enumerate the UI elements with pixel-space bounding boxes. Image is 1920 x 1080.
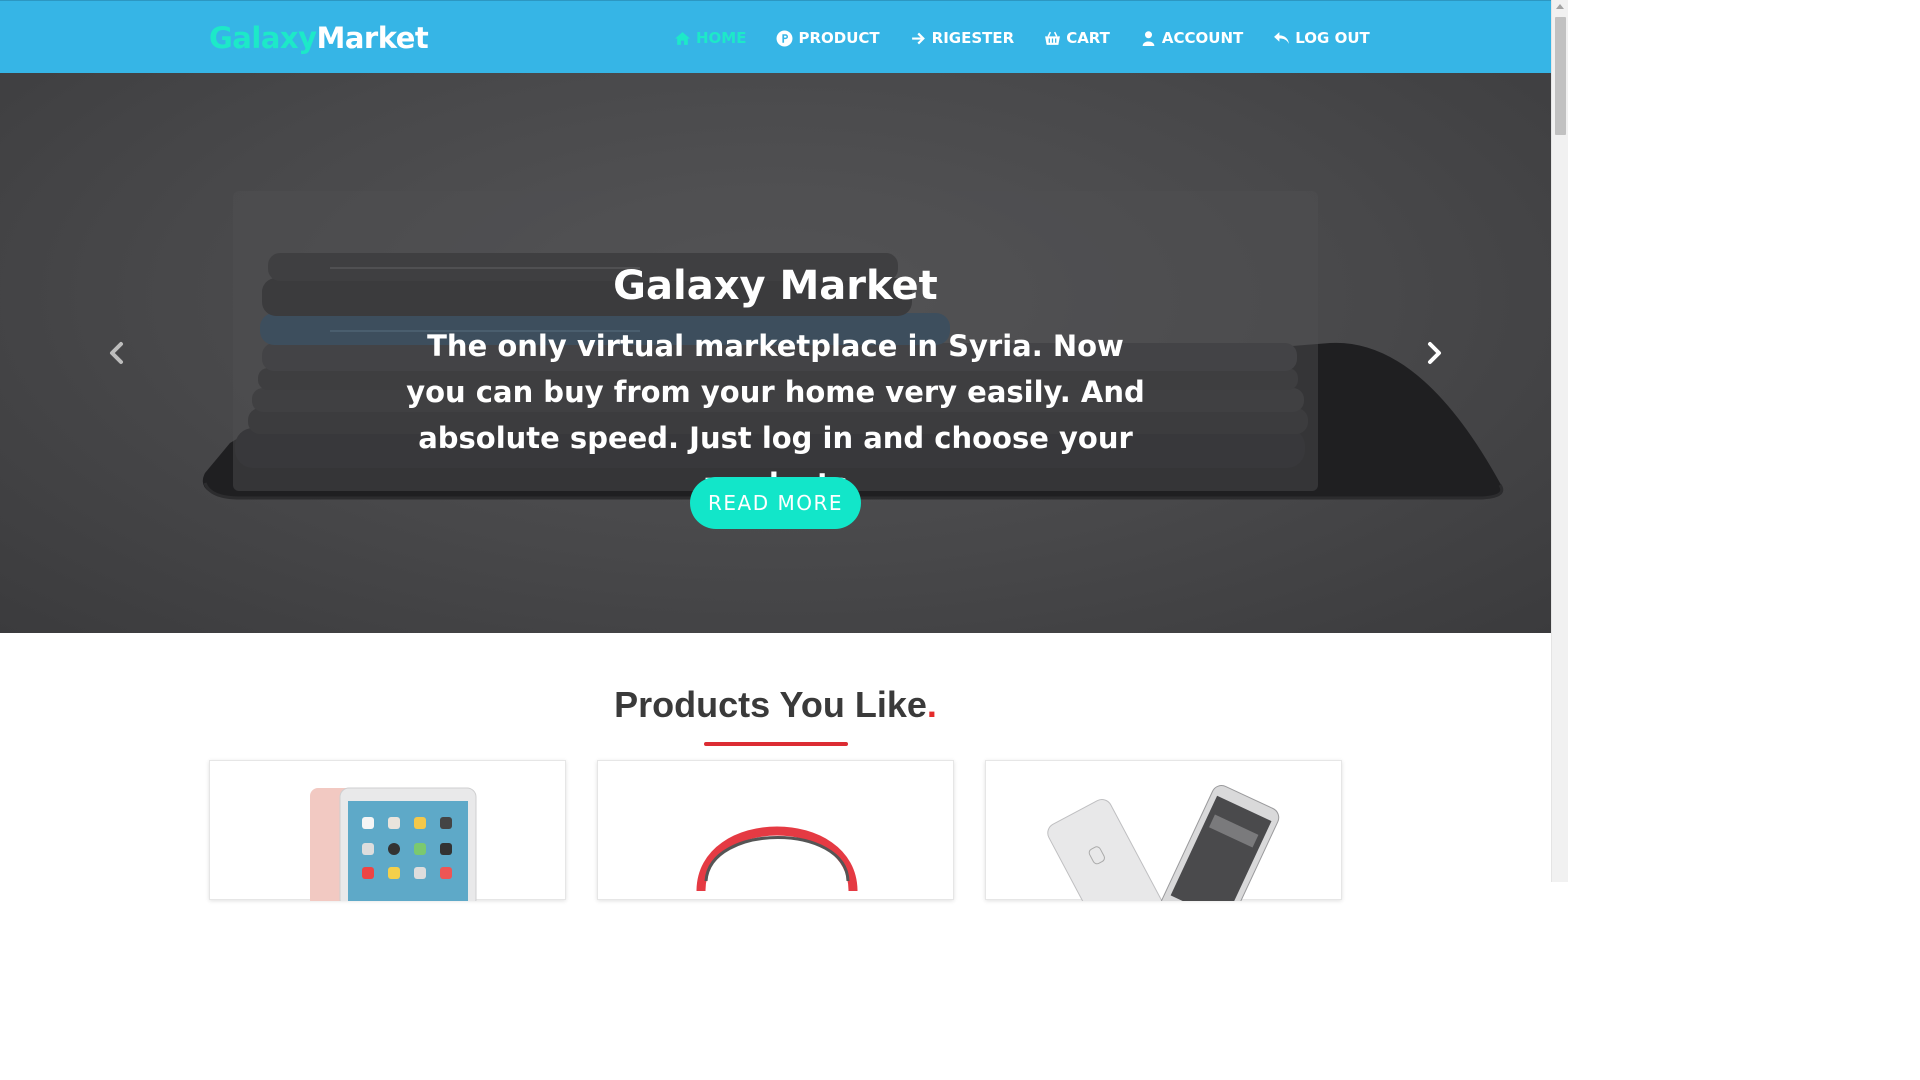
tablet-image: [310, 787, 477, 901]
chevron-right-icon[interactable]: [1424, 341, 1444, 365]
nav-cart[interactable]: CART: [1044, 29, 1110, 47]
chevron-left-icon[interactable]: [107, 341, 127, 365]
product-card-headphones[interactable]: [597, 760, 954, 900]
nav-product-label: PRODUCT: [798, 29, 880, 47]
product-card-tablet[interactable]: [209, 760, 566, 901]
nav-logout-label: LOG OUT: [1295, 29, 1370, 47]
main-nav: HOME PRODUCT RIGESTER CART ACCOUNT LOG O…: [674, 29, 1400, 47]
hero-title: Galaxy Market: [613, 263, 938, 309]
brand-logo-part2: Market: [316, 21, 429, 55]
scrollbar-thumb[interactable]: [1555, 17, 1566, 135]
cart-icon: [1045, 31, 1061, 45]
product-card-smartphones[interactable]: [985, 760, 1342, 901]
brand-logo[interactable]: GalaxyMarket: [209, 21, 429, 55]
user-icon: [1142, 30, 1155, 46]
arrow-right-icon: [911, 32, 925, 44]
brand-logo-part1: Galaxy: [209, 21, 317, 55]
nav-cart-label: CART: [1066, 29, 1110, 47]
nav-logout[interactable]: LOG OUT: [1273, 29, 1370, 47]
nav-account[interactable]: ACCOUNT: [1140, 29, 1243, 47]
nav-home[interactable]: HOME: [674, 29, 746, 47]
logout-icon: [1274, 31, 1290, 44]
title-underline: [704, 742, 848, 746]
nav-register[interactable]: RIGESTER: [910, 29, 1015, 47]
product-p-icon: [777, 30, 793, 46]
scroll-up-arrow-icon[interactable]: [1556, 4, 1564, 9]
home-icon: [675, 31, 690, 45]
nav-product[interactable]: PRODUCT: [776, 29, 880, 47]
smartphones-image: [1047, 785, 1280, 901]
read-more-button[interactable]: READ MORE: [690, 477, 861, 529]
products-title-text: Products You Like: [614, 684, 927, 725]
nav-account-label: ACCOUNT: [1161, 29, 1244, 47]
nav-home-label: HOME: [696, 29, 747, 47]
products-title-dot: .: [926, 684, 937, 725]
hero-carousel: Galaxy Market The only virtual marketpla…: [0, 73, 1551, 633]
page-scrollbar[interactable]: [1551, 0, 1568, 882]
products-section-title: Products You Like.: [0, 684, 1551, 726]
nav-register-label: RIGESTER: [931, 29, 1015, 47]
headphones-image: [696, 826, 858, 892]
top-navbar: GalaxyMarket HOME PRODUCT RIGESTER CART …: [0, 0, 1551, 73]
